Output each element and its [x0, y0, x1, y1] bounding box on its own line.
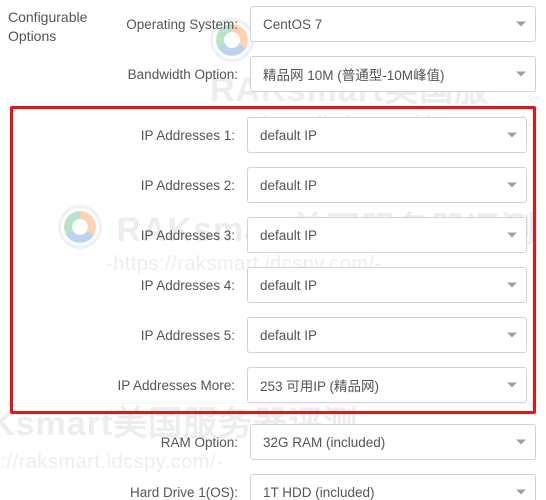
chevron-down-icon — [516, 490, 526, 495]
row-ip2: IP Addresses 2: default IP — [19, 167, 527, 203]
row-ram: RAM Option: 32G RAM (included) — [10, 424, 536, 460]
row-ip4: IP Addresses 4: default IP — [19, 267, 527, 303]
select-ip3[interactable]: default IP — [247, 217, 527, 253]
chevron-down-icon — [507, 133, 517, 138]
chevron-down-icon — [507, 283, 517, 288]
select-ram[interactable]: 32G RAM (included) — [250, 424, 536, 460]
row-bandwidth: Bandwidth Option: 精品网 10M (普通型-10M峰值) — [10, 56, 536, 92]
section-heading: Configurable Options — [8, 8, 87, 46]
select-harddrive1[interactable]: 1T HDD (included) — [250, 474, 536, 500]
label-ip1: IP Addresses 1: — [19, 128, 247, 143]
section-heading-line1: Configurable — [8, 9, 87, 25]
label-ram: RAM Option: — [10, 435, 250, 450]
select-ip5-value: default IP — [260, 328, 317, 343]
select-ipmore-value: 253 可用IP (精品网) — [260, 375, 379, 395]
row-ip1: IP Addresses 1: default IP — [19, 117, 527, 153]
label-ip4: IP Addresses 4: — [19, 278, 247, 293]
row-ipmore: IP Addresses More: 253 可用IP (精品网) — [19, 367, 527, 403]
chevron-down-icon — [507, 383, 517, 388]
select-ip2-value: default IP — [260, 178, 317, 193]
select-ip4-value: default IP — [260, 278, 317, 293]
select-ip1-value: default IP — [260, 128, 317, 143]
select-os-value: CentOS 7 — [263, 17, 322, 32]
select-bandwidth[interactable]: 精品网 10M (普通型-10M峰值) — [250, 56, 536, 92]
label-bandwidth: Bandwidth Option: — [10, 67, 250, 82]
section-heading-line2: Options — [8, 28, 56, 44]
label-ip5: IP Addresses 5: — [19, 328, 247, 343]
select-ipmore[interactable]: 253 可用IP (精品网) — [247, 367, 527, 403]
select-ip3-value: default IP — [260, 228, 317, 243]
chevron-down-icon — [516, 22, 526, 27]
highlight-box-ip: IP Addresses 1: default IP IP Addresses … — [10, 106, 536, 414]
row-harddrive1: Hard Drive 1(OS): 1T HDD (included) — [10, 474, 536, 500]
row-ip3: IP Addresses 3: default IP — [19, 217, 527, 253]
chevron-down-icon — [507, 333, 517, 338]
label-ip3: IP Addresses 3: — [19, 228, 247, 243]
chevron-down-icon — [507, 183, 517, 188]
label-ipmore: IP Addresses More: — [19, 378, 247, 393]
select-ram-value: 32G RAM (included) — [263, 435, 385, 450]
select-os[interactable]: CentOS 7 — [250, 6, 536, 42]
select-bandwidth-value: 精品网 10M (普通型-10M峰值) — [263, 64, 445, 84]
select-ip1[interactable]: default IP — [247, 117, 527, 153]
chevron-down-icon — [507, 233, 517, 238]
select-ip5[interactable]: default IP — [247, 317, 527, 353]
row-ip5: IP Addresses 5: default IP — [19, 317, 527, 353]
label-harddrive1: Hard Drive 1(OS): — [10, 485, 250, 500]
chevron-down-icon — [516, 440, 526, 445]
select-ip2[interactable]: default IP — [247, 167, 527, 203]
select-harddrive1-value: 1T HDD (included) — [263, 485, 375, 500]
chevron-down-icon — [516, 72, 526, 77]
select-ip4[interactable]: default IP — [247, 267, 527, 303]
row-os: Operating System: CentOS 7 — [10, 6, 536, 42]
label-ip2: IP Addresses 2: — [19, 178, 247, 193]
